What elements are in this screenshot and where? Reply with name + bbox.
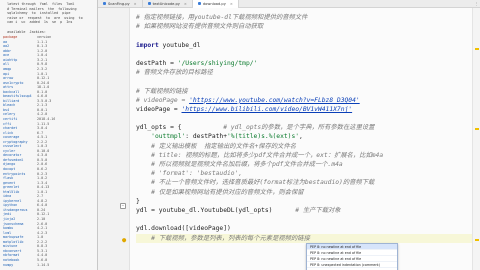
code-token: # 下载视频，参数是列表，列表的每个元素是视频的链接 xyxy=(136,234,310,242)
code-line[interactable]: # videoPage = 'https://www.youtube.com/w… xyxy=(136,96,478,105)
python-file-icon xyxy=(197,2,201,5)
tab-menu-icon[interactable]: ⋮ xyxy=(473,1,480,6)
code-line[interactable]: # 所以视频就是视频文件名加后缀，将多个pdf文件合并成一个.m4a xyxy=(136,160,478,169)
code-line[interactable]: videoPage = 'https://www.bilibili.com/vi… xyxy=(136,105,478,114)
package-list: package version aa 1.1.1 aa2 0.1.3 abbr 1.2.0 ac… xyxy=(0,34,97,267)
close-icon[interactable]: × xyxy=(230,2,233,6)
code-line[interactable]: destPath = '/Users/shiying/tmp/' xyxy=(136,59,478,68)
terminal-output: latest through Yaml files Toml # Termina… xyxy=(0,0,97,34)
code-line[interactable] xyxy=(136,77,478,86)
code-line[interactable] xyxy=(136,114,478,123)
code-token: # 下载视频的链接 xyxy=(136,87,188,95)
code-token: import xyxy=(136,41,159,49)
code-line[interactable]: import youtube_dl xyxy=(136,41,478,50)
code-editor-window: ScanFing.py × textUnicode.py × download.… xyxy=(98,0,480,270)
warning-mark[interactable] xyxy=(475,239,479,241)
code-token: # 如果视频网站没有提供音频文件则自动获取 xyxy=(136,23,264,31)
code-token: # 指定视频链接，用youtube-dl下载视频和提供的音频文件 xyxy=(136,14,308,21)
tab-label: ScanFing.py xyxy=(108,1,130,6)
code-token: ydl = youtube_dl.YoutubeDL(ydl_opts) xyxy=(136,206,273,214)
code-line[interactable]: } xyxy=(136,197,478,206)
warning-mark[interactable] xyxy=(475,128,479,130)
line-gutter[interactable] xyxy=(98,8,130,270)
code-token: # ydl_opts的参数，是个字典，所有参数在这里设置 xyxy=(181,124,375,132)
code-line[interactable]: ydl.download([videoPage]) xyxy=(136,224,478,233)
code-line[interactable]: # 音频文件存放的目标路径 xyxy=(136,68,478,77)
code-line[interactable]: # 如果视频网站没有提供音频文件则自动获取 xyxy=(136,22,478,31)
package-row: numpy 1.14.5 xyxy=(3,263,94,268)
terminal-panel: latest through Yaml files Toml # Termina… xyxy=(0,0,98,270)
code-line[interactable] xyxy=(136,31,478,40)
editor-scrollbar[interactable] xyxy=(472,8,480,270)
inspection-popup: PEP 8: no newline at end of file PEP 8: n… xyxy=(306,243,398,270)
code-token: '%(title)s.%(ext)s' xyxy=(227,133,300,141)
tab-textunicode[interactable]: textUnicode.py × xyxy=(143,0,193,8)
code-line[interactable]: # 下载视频，参数是列表，列表的每个元素是视频的链接 xyxy=(136,233,478,243)
code-area[interactable]: # 指定视频链接，用youtube-dl下载视频和提供的音频文件 # 如果视频网站… xyxy=(136,13,478,243)
close-icon[interactable]: × xyxy=(134,2,137,6)
editor-tab-bar: ScanFing.py × textUnicode.py × download.… xyxy=(98,0,480,8)
tab-label: textUnicode.py xyxy=(152,1,180,6)
code-token: ydl_opts = { xyxy=(136,124,182,132)
code-line[interactable]: # 'format': 'bestaudio', xyxy=(136,169,478,178)
code-token: # 生产下载对象 xyxy=(272,206,341,214)
tab-download[interactable]: download.py × xyxy=(192,0,239,8)
code-line[interactable]: # 下载视频的链接 xyxy=(136,87,478,96)
fold-icon[interactable]: − xyxy=(120,203,126,209)
code-token: # videoPage = xyxy=(136,96,190,104)
code-token: # 音频文件存放的目标路径 xyxy=(136,69,213,77)
code-token: # 'format': 'bestaudio', xyxy=(136,170,243,178)
code-token: ydl.download([videoPage]) xyxy=(136,225,231,233)
code-token: # 不止一个音频文件时，选择音质最好(format标注为bestaudio)的音… xyxy=(136,179,375,187)
code-token: } xyxy=(136,197,140,205)
tab-scanfing[interactable]: ScanFing.py × xyxy=(98,0,143,8)
code-line[interactable]: 'outtmpl': destPath+'%(title)s.%(ext)s', xyxy=(136,132,478,141)
code-token: , xyxy=(299,133,303,141)
code-line[interactable] xyxy=(136,215,478,224)
code-line[interactable]: ydl_opts = { # ydl_opts的参数，是个字典，所有参数在这里设… xyxy=(136,123,478,132)
warning-mark[interactable] xyxy=(475,48,479,50)
code-line[interactable]: ydl = youtube_dl.YoutubeDL(ydl_opts) # 生… xyxy=(136,206,478,215)
tab-label: download.py xyxy=(202,1,226,6)
code-token: '/Users/shiying/tmp/' xyxy=(177,59,258,67)
code-line[interactable] xyxy=(136,50,478,59)
code-token: # 所以视频就是视频文件名加后缀，将多个pdf文件合并成一个.m4a xyxy=(136,161,343,168)
code-line[interactable]: # 定义输出模板 指定输出的文件名+保存的文件名 xyxy=(136,142,478,151)
code-token: # 定义输出模板 指定输出的文件名+保存的文件名 xyxy=(136,142,297,150)
code-line[interactable]: # title: 视频的标题，比如将多少pdf文件合并成一个，ext：扩展名，比… xyxy=(136,151,478,160)
code-token: # title: 视频的标题，比如将多少pdf文件合并成一个，ext：扩展名，比… xyxy=(136,151,384,159)
python-file-icon xyxy=(103,2,106,5)
code-line[interactable]: # 指定视频链接，用youtube-dl下载视频和提供的音频文件 xyxy=(136,13,478,22)
python-file-icon xyxy=(147,2,151,5)
code-token: : destPath+ xyxy=(185,133,227,141)
code-token: youtube_dl xyxy=(158,41,201,49)
code-token: videoPage = xyxy=(136,105,182,113)
lightbulb-icon[interactable]: ● xyxy=(122,236,129,244)
code-line[interactable]: # 仅是如果视频网站有提供对应的音频文件，则会保留 xyxy=(136,188,478,197)
close-icon[interactable]: × xyxy=(184,2,187,6)
code-token: 'https://www.bilibili.com/video/BV1vW411… xyxy=(181,105,353,113)
code-token: 'https://www.youtube.com/watch?v=FLbz8_D… xyxy=(189,96,360,104)
code-token: # 仅是如果视频网站有提供对应的音频文件，则会保留 xyxy=(136,188,304,196)
package-name: numpy xyxy=(3,262,14,267)
code-line[interactable]: # 不止一个音频文件时，选择音质最好(format标注为bestaudio)的音… xyxy=(136,178,478,187)
code-token: destPath = xyxy=(136,59,178,67)
code-token: 'outtmpl' xyxy=(151,133,186,141)
popup-item[interactable]: PEP 8: unexpected indentation (comment) xyxy=(307,262,397,268)
package-version: 1.14.5 xyxy=(37,262,50,267)
